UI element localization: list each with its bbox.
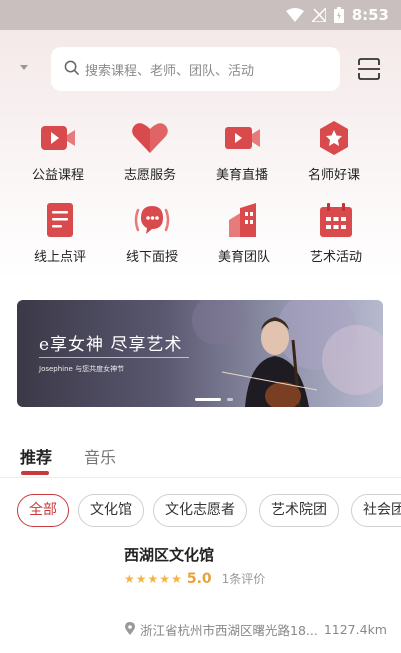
banner-pagination (195, 398, 233, 401)
grid-item-online-review[interactable]: 线上点评 (14, 200, 106, 265)
star-icon: ★ (147, 571, 159, 586)
no-signal-icon (311, 8, 326, 22)
chip-art-troupe[interactable]: 艺术院团 (259, 494, 339, 527)
banner-subtitle: Josephine 与您共度女神节 (39, 365, 125, 373)
scan-icon[interactable] (357, 57, 381, 81)
grid-item-arts-team[interactable]: 美育团队 (198, 200, 290, 265)
tab-divider (0, 477, 401, 478)
search-placeholder: 搜索课程、老师、团队、活动 (85, 63, 255, 79)
chip-social-group[interactable]: 社会团 (351, 494, 401, 527)
promo-banner[interactable]: e享女神 尽享艺术 Josephine 与您共度女神节 (17, 300, 383, 407)
document-icon (47, 203, 73, 237)
heart-icon (132, 123, 168, 153)
star-icon: ★ (159, 571, 171, 586)
review-count: 1条评价 (221, 572, 266, 586)
search-icon (64, 60, 79, 79)
tab-indicator (21, 471, 49, 475)
battery-icon (333, 7, 344, 23)
content-tabs: 推荐 音乐 (0, 440, 401, 480)
star-icon: ★ (135, 571, 147, 586)
wifi-icon (285, 8, 304, 22)
chat-bubble-icon (134, 206, 170, 234)
banner-dot-active[interactable] (195, 398, 221, 401)
chip-culture-volunteer[interactable]: 文化志愿者 (153, 494, 247, 527)
banner-title: e享女神 尽享艺术 (39, 335, 183, 355)
grid-item-art-events[interactable]: 艺术活动 (290, 200, 382, 265)
grid-item-arts-live[interactable]: 美育直播 (196, 118, 288, 183)
status-time: 8:53 (351, 6, 389, 24)
venue-name: 西湖区文化馆 (124, 546, 215, 564)
venue-address-row: 浙江省杭州市西湖区曙光路18... 1127.4km (125, 620, 387, 639)
venue-distance: 1127.4km (323, 622, 387, 637)
grid-item-master-courses[interactable]: 名师好课 (288, 118, 380, 183)
live-camera-icon (225, 127, 260, 149)
tab-recommended[interactable]: 推荐 (20, 444, 52, 468)
video-play-icon (41, 126, 75, 150)
venue-address: 浙江省杭州市西湖区曙光路18... (140, 623, 318, 638)
header: 搜索课程、老师、团队、活动 (0, 47, 401, 91)
rating-score: 5.0 (186, 570, 212, 587)
grid-item-offline-teaching[interactable]: 线下面授 (106, 200, 198, 265)
star-icon: ★ (171, 571, 182, 586)
grid-item-volunteer-service[interactable]: 志愿服务 (104, 118, 196, 183)
location-pin-icon (125, 621, 135, 638)
chip-culture-center[interactable]: 文化馆 (78, 494, 144, 527)
grid-item-public-courses[interactable]: 公益课程 (12, 118, 104, 183)
venue-rating: ★ ★ ★ ★ ★ 5.0 1条评价 (124, 570, 265, 587)
status-bar: 8:53 (0, 0, 401, 30)
tab-music[interactable]: 音乐 (84, 444, 116, 468)
search-bar[interactable]: 搜索课程、老师、团队、活动 (51, 47, 340, 91)
banner-divider (39, 357, 189, 358)
calendar-icon (320, 203, 352, 237)
banner-dot[interactable] (227, 398, 233, 401)
chip-all[interactable]: 全部 (17, 494, 69, 527)
location-dropdown-icon[interactable] (20, 65, 28, 70)
star-badge-icon (320, 121, 348, 155)
building-icon (229, 203, 256, 237)
star-icon: ★ (124, 571, 135, 586)
